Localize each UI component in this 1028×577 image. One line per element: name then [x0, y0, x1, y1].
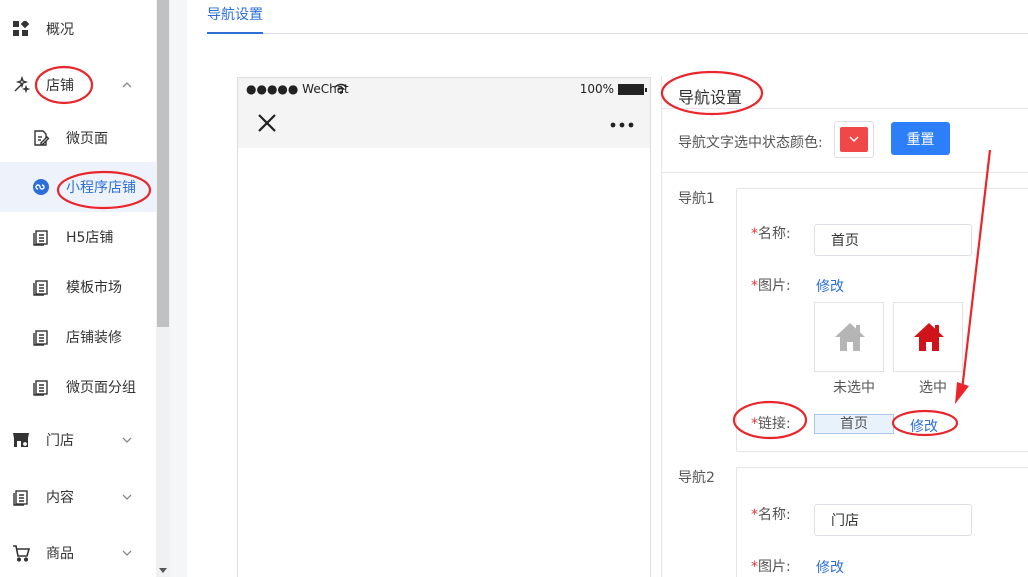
sidebar-item-label: 内容 [46, 490, 74, 506]
sidebar-subitem-label: 模板市场 [66, 280, 122, 296]
sidebar-subitem-micropage-group[interactable]: 微页面分组 [0, 362, 156, 412]
sidebar-subitem-micropage[interactable]: 微页面 [0, 113, 156, 163]
label-text: 名称: [758, 226, 791, 242]
wifi-icon [334, 83, 348, 94]
sidebar-item-store[interactable]: 门店 [0, 415, 156, 465]
dashboard-icon [12, 20, 30, 38]
scrollbar-thumb[interactable] [157, 0, 169, 327]
home-icon [914, 323, 944, 351]
nav2-image-modify-link[interactable]: 修改 [816, 557, 844, 577]
phone-preview: ●●●●● WeChat 100% [237, 77, 651, 577]
more-icon[interactable] [610, 122, 634, 128]
sidebar-subitem-h5-shop[interactable]: H5店铺 [0, 212, 156, 262]
required-mark: * [751, 278, 758, 294]
sidebar-item-products[interactable]: 商品 [0, 528, 156, 577]
tab-nav-settings[interactable]: 导航设置 [207, 4, 263, 34]
nav1-link-modify-link[interactable]: 修改 [910, 416, 938, 436]
reset-button[interactable]: 重置 [891, 122, 950, 155]
image-field-label: *图片: [751, 275, 791, 295]
sidebar-subitem-template-market[interactable]: 模板市场 [0, 262, 156, 312]
cart-icon [12, 544, 30, 562]
sidebar-item-label: 店铺 [46, 78, 74, 94]
nav2-label: 导航2 [678, 470, 715, 486]
sidebar-subitem-label: 店铺装修 [66, 330, 122, 346]
edit-doc-icon [32, 129, 50, 147]
nav1-box: *名称: *图片: 修改 未选中 选中 *链接: 首页 修改 [736, 188, 1028, 452]
phone-status-bar: ●●●●● WeChat 100% [238, 78, 650, 102]
pages-icon [32, 228, 50, 246]
nav2-name-input[interactable] [814, 504, 972, 536]
label-text: 名称: [758, 507, 791, 523]
sidebar-subitem-miniprogram-shop[interactable]: 小程序店铺 [0, 162, 156, 212]
battery-icon [618, 84, 647, 95]
sidebar-scrollbar[interactable] [156, 0, 170, 577]
chevron-down-icon [122, 550, 132, 556]
nav-settings-panel: 导航设置 导航文字选中状态颜色: 重置 导航1 *名称: *图片: 修改 [661, 76, 1028, 577]
selected-image-tile[interactable] [893, 302, 963, 372]
required-mark: * [751, 226, 758, 242]
nav1-link-tag: 首页 [814, 414, 894, 434]
chevron-up-icon [122, 82, 132, 88]
main-content: 导航设置 ●●●●● WeChat 100% 导航设置 导航文字选中状态颜色: [187, 0, 1028, 577]
pages-icon [32, 378, 50, 396]
link-field-label: *链接: [751, 413, 791, 433]
pages-icon [32, 278, 50, 296]
sidebar-subitem-label: 小程序店铺 [66, 180, 136, 196]
nav2-box: *名称: *图片: 修改 [736, 467, 1028, 577]
divider [662, 172, 1028, 173]
sidebar-item-label: 商品 [46, 546, 74, 562]
selected-caption: 选中 [919, 380, 947, 396]
divider [662, 108, 1028, 109]
label-text: 图片: [758, 559, 791, 575]
sidebar: 概况 店铺 微页面 小程序店铺 H5店铺 模板市场 店铺装修 微页面分组 门店 … [0, 0, 156, 577]
scroll-down-arrow-icon[interactable] [159, 568, 167, 573]
sidebar-item-shop[interactable]: 店铺 [0, 60, 156, 110]
sidebar-item-label: 概况 [46, 22, 74, 38]
label-text: 图片: [758, 278, 791, 294]
phone-header [238, 102, 650, 148]
nav1-image-modify-link[interactable]: 修改 [816, 276, 844, 296]
sparkle-icon [12, 76, 30, 94]
pages-icon [12, 488, 30, 506]
unselected-caption: 未选中 [833, 380, 875, 396]
label-text: 链接: [758, 416, 791, 432]
pages-icon [32, 328, 50, 346]
required-mark: * [751, 507, 758, 523]
chevron-down-icon [849, 136, 859, 142]
nav1-label: 导航1 [678, 191, 715, 207]
required-mark: * [751, 559, 758, 575]
unselected-image-tile[interactable] [814, 302, 884, 372]
battery-percent: 100% [579, 82, 614, 96]
color-label: 导航文字选中状态颜色: [678, 135, 823, 151]
tab-bar: 导航设置 [207, 0, 1028, 34]
app-root: 概况 店铺 微页面 小程序店铺 H5店铺 模板市场 店铺装修 微页面分组 门店 … [0, 0, 1028, 577]
required-mark: * [751, 416, 758, 432]
nav1-name-input[interactable] [814, 224, 972, 256]
home-icon [835, 323, 865, 351]
color-swatch[interactable] [840, 127, 868, 152]
chevron-down-icon [122, 494, 132, 500]
close-icon[interactable] [256, 112, 278, 134]
image-field-label: *图片: [751, 556, 791, 576]
chevron-down-icon [122, 437, 132, 443]
sidebar-subitem-label: 微页面分组 [66, 380, 136, 396]
name-field-label: *名称: [751, 504, 791, 524]
sidebar-item-content[interactable]: 内容 [0, 472, 156, 522]
sidebar-subitem-label: H5店铺 [66, 230, 114, 246]
sidebar-subitem-shop-decoration[interactable]: 店铺装修 [0, 312, 156, 362]
panel-title: 导航设置 [678, 88, 743, 107]
sidebar-item-overview[interactable]: 概况 [0, 4, 156, 54]
name-field-label: *名称: [751, 223, 791, 243]
store-settings-icon [12, 431, 30, 449]
sidebar-item-label: 门店 [46, 433, 74, 449]
miniprogram-icon [32, 178, 50, 196]
sidebar-subitem-label: 微页面 [66, 131, 108, 147]
color-picker[interactable] [834, 121, 874, 158]
